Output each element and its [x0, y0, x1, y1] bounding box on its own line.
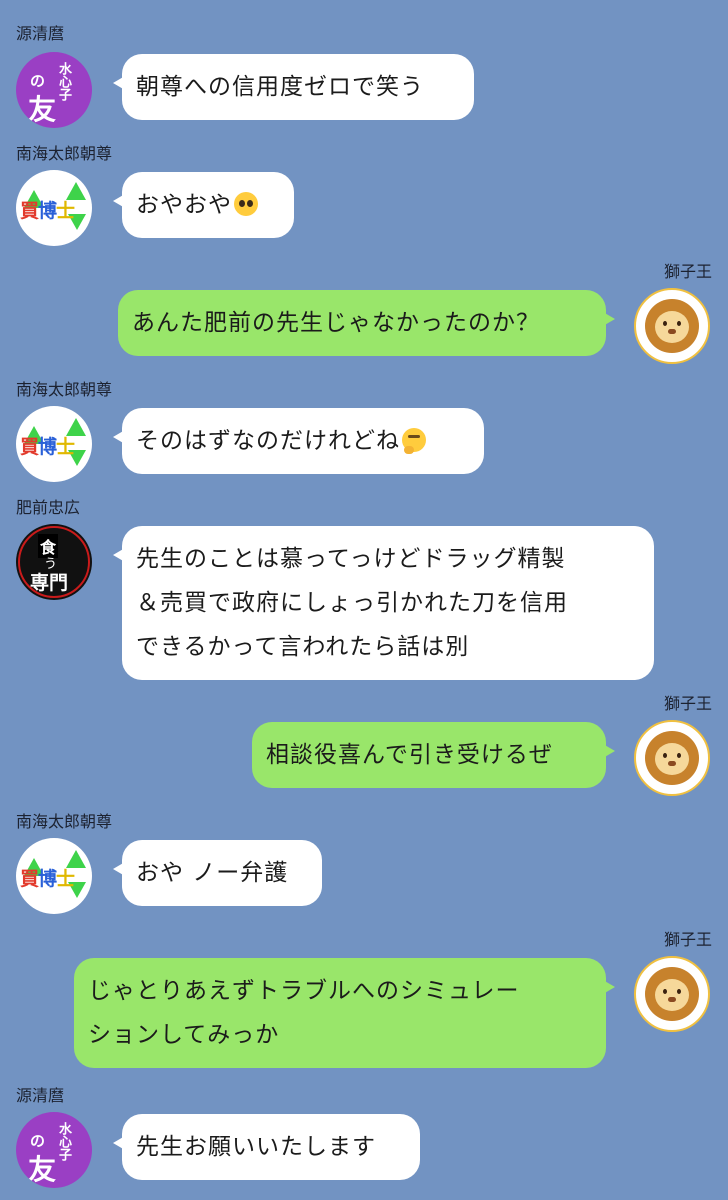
message-text-line: じゃとりあえずトラブルへのシミュレー [88, 978, 520, 1004]
message-bubble[interactable]: 相談役喜んで引き受けるぜ [252, 722, 615, 788]
message-text-line: できるかって言われたら話は別 [136, 634, 470, 660]
pleading-face-icon [234, 192, 258, 216]
avatar-text: 士 [56, 200, 75, 222]
message-text-line: 先生のことは慕ってっけどドラッグ精製 [136, 546, 566, 572]
lion-face-icon [655, 979, 689, 1011]
avatar-text: 博 [38, 436, 57, 458]
avatar-text: 水心子 [56, 1122, 71, 1161]
message-bubble[interactable]: 先生お願いいたします [113, 1114, 420, 1180]
eye-icon [663, 989, 667, 994]
avatar[interactable] [634, 288, 710, 364]
avatar-text: 水心子 [56, 62, 71, 101]
avatar-text: 友 [28, 93, 57, 126]
avatar-text: 士 [56, 436, 75, 458]
message-text: おやおや [136, 192, 232, 218]
avatar-text: 買 [20, 868, 39, 890]
message-text: そのはずなのだけれどね [136, 428, 400, 454]
avatar[interactable] [634, 956, 710, 1032]
avatar[interactable]: 水心子 の 友 [16, 52, 92, 128]
thinking-face-icon [402, 428, 426, 454]
nose-icon [668, 997, 676, 1002]
sender-name: 南海太郎朝尊 [16, 144, 113, 163]
message-bubble[interactable]: そのはずなのだけれどね [113, 408, 484, 474]
eye-icon [663, 321, 667, 326]
avatar-text: 買 [20, 436, 39, 458]
sender-name: 南海太郎朝尊 [16, 812, 113, 831]
sender-name: 源清麿 [16, 24, 65, 43]
message-bubble[interactable]: 先生のことは慕ってっけどドラッグ精製 ＆売買で政府にしょっ引かれた刀を信用 でき… [113, 526, 654, 680]
message-text-line: ションしてみっか [88, 1022, 280, 1048]
message-text: 相談役喜んで引き受けるぜ [266, 742, 553, 768]
message-text: 朝尊への信用度ゼロで笑う [136, 74, 424, 100]
eye-icon [677, 753, 681, 758]
avatar-text: 博 [38, 868, 57, 890]
avatar[interactable]: 食 う 専門 [16, 524, 92, 600]
nose-icon [668, 329, 676, 334]
avatar[interactable] [634, 720, 710, 796]
message-bubble[interactable]: おやおや [113, 172, 294, 238]
avatar[interactable]: 買博士 [16, 170, 92, 246]
message-bubble[interactable]: おや ノー弁護 [113, 840, 322, 906]
message-bubble[interactable]: あんた肥前の先生じゃなかったのか？ [118, 290, 615, 356]
eye-icon [677, 989, 681, 994]
avatar-text: 友 [28, 1153, 57, 1186]
eye-icon [663, 753, 667, 758]
sender-name: 南海太郎朝尊 [16, 380, 113, 399]
avatar[interactable]: 買博士 [16, 838, 92, 914]
sender-name: 獅子王 [663, 694, 712, 713]
message-text: おや ノー弁護 [136, 860, 289, 886]
nose-icon [668, 761, 676, 766]
message-bubble[interactable]: 朝尊への信用度ゼロで笑う [113, 54, 474, 120]
message-text: あんた肥前の先生じゃなかったのか？ [132, 310, 540, 336]
sender-name: 源清麿 [16, 1086, 65, 1105]
eye-icon [677, 321, 681, 326]
lion-face-icon [655, 743, 689, 775]
message-bubble[interactable]: じゃとりあえずトラブルへのシミュレー ションしてみっか [74, 958, 615, 1068]
sender-name: 獅子王 [663, 930, 712, 949]
avatar[interactable]: 買博士 [16, 406, 92, 482]
sender-name: 肥前忠広 [16, 498, 81, 517]
sender-name: 獅子王 [663, 262, 712, 281]
avatar[interactable]: 水心子 の 友 [16, 1112, 92, 1188]
message-text-line: ＆売買で政府にしょっ引かれた刀を信用 [136, 590, 568, 616]
avatar-text: 専門 [30, 572, 69, 594]
avatar-text: 博 [38, 200, 57, 222]
avatar-text: 買 [20, 200, 39, 222]
avatar-text: 士 [56, 868, 75, 890]
lion-face-icon [655, 311, 689, 343]
message-text: 先生お願いいたします [136, 1134, 376, 1160]
